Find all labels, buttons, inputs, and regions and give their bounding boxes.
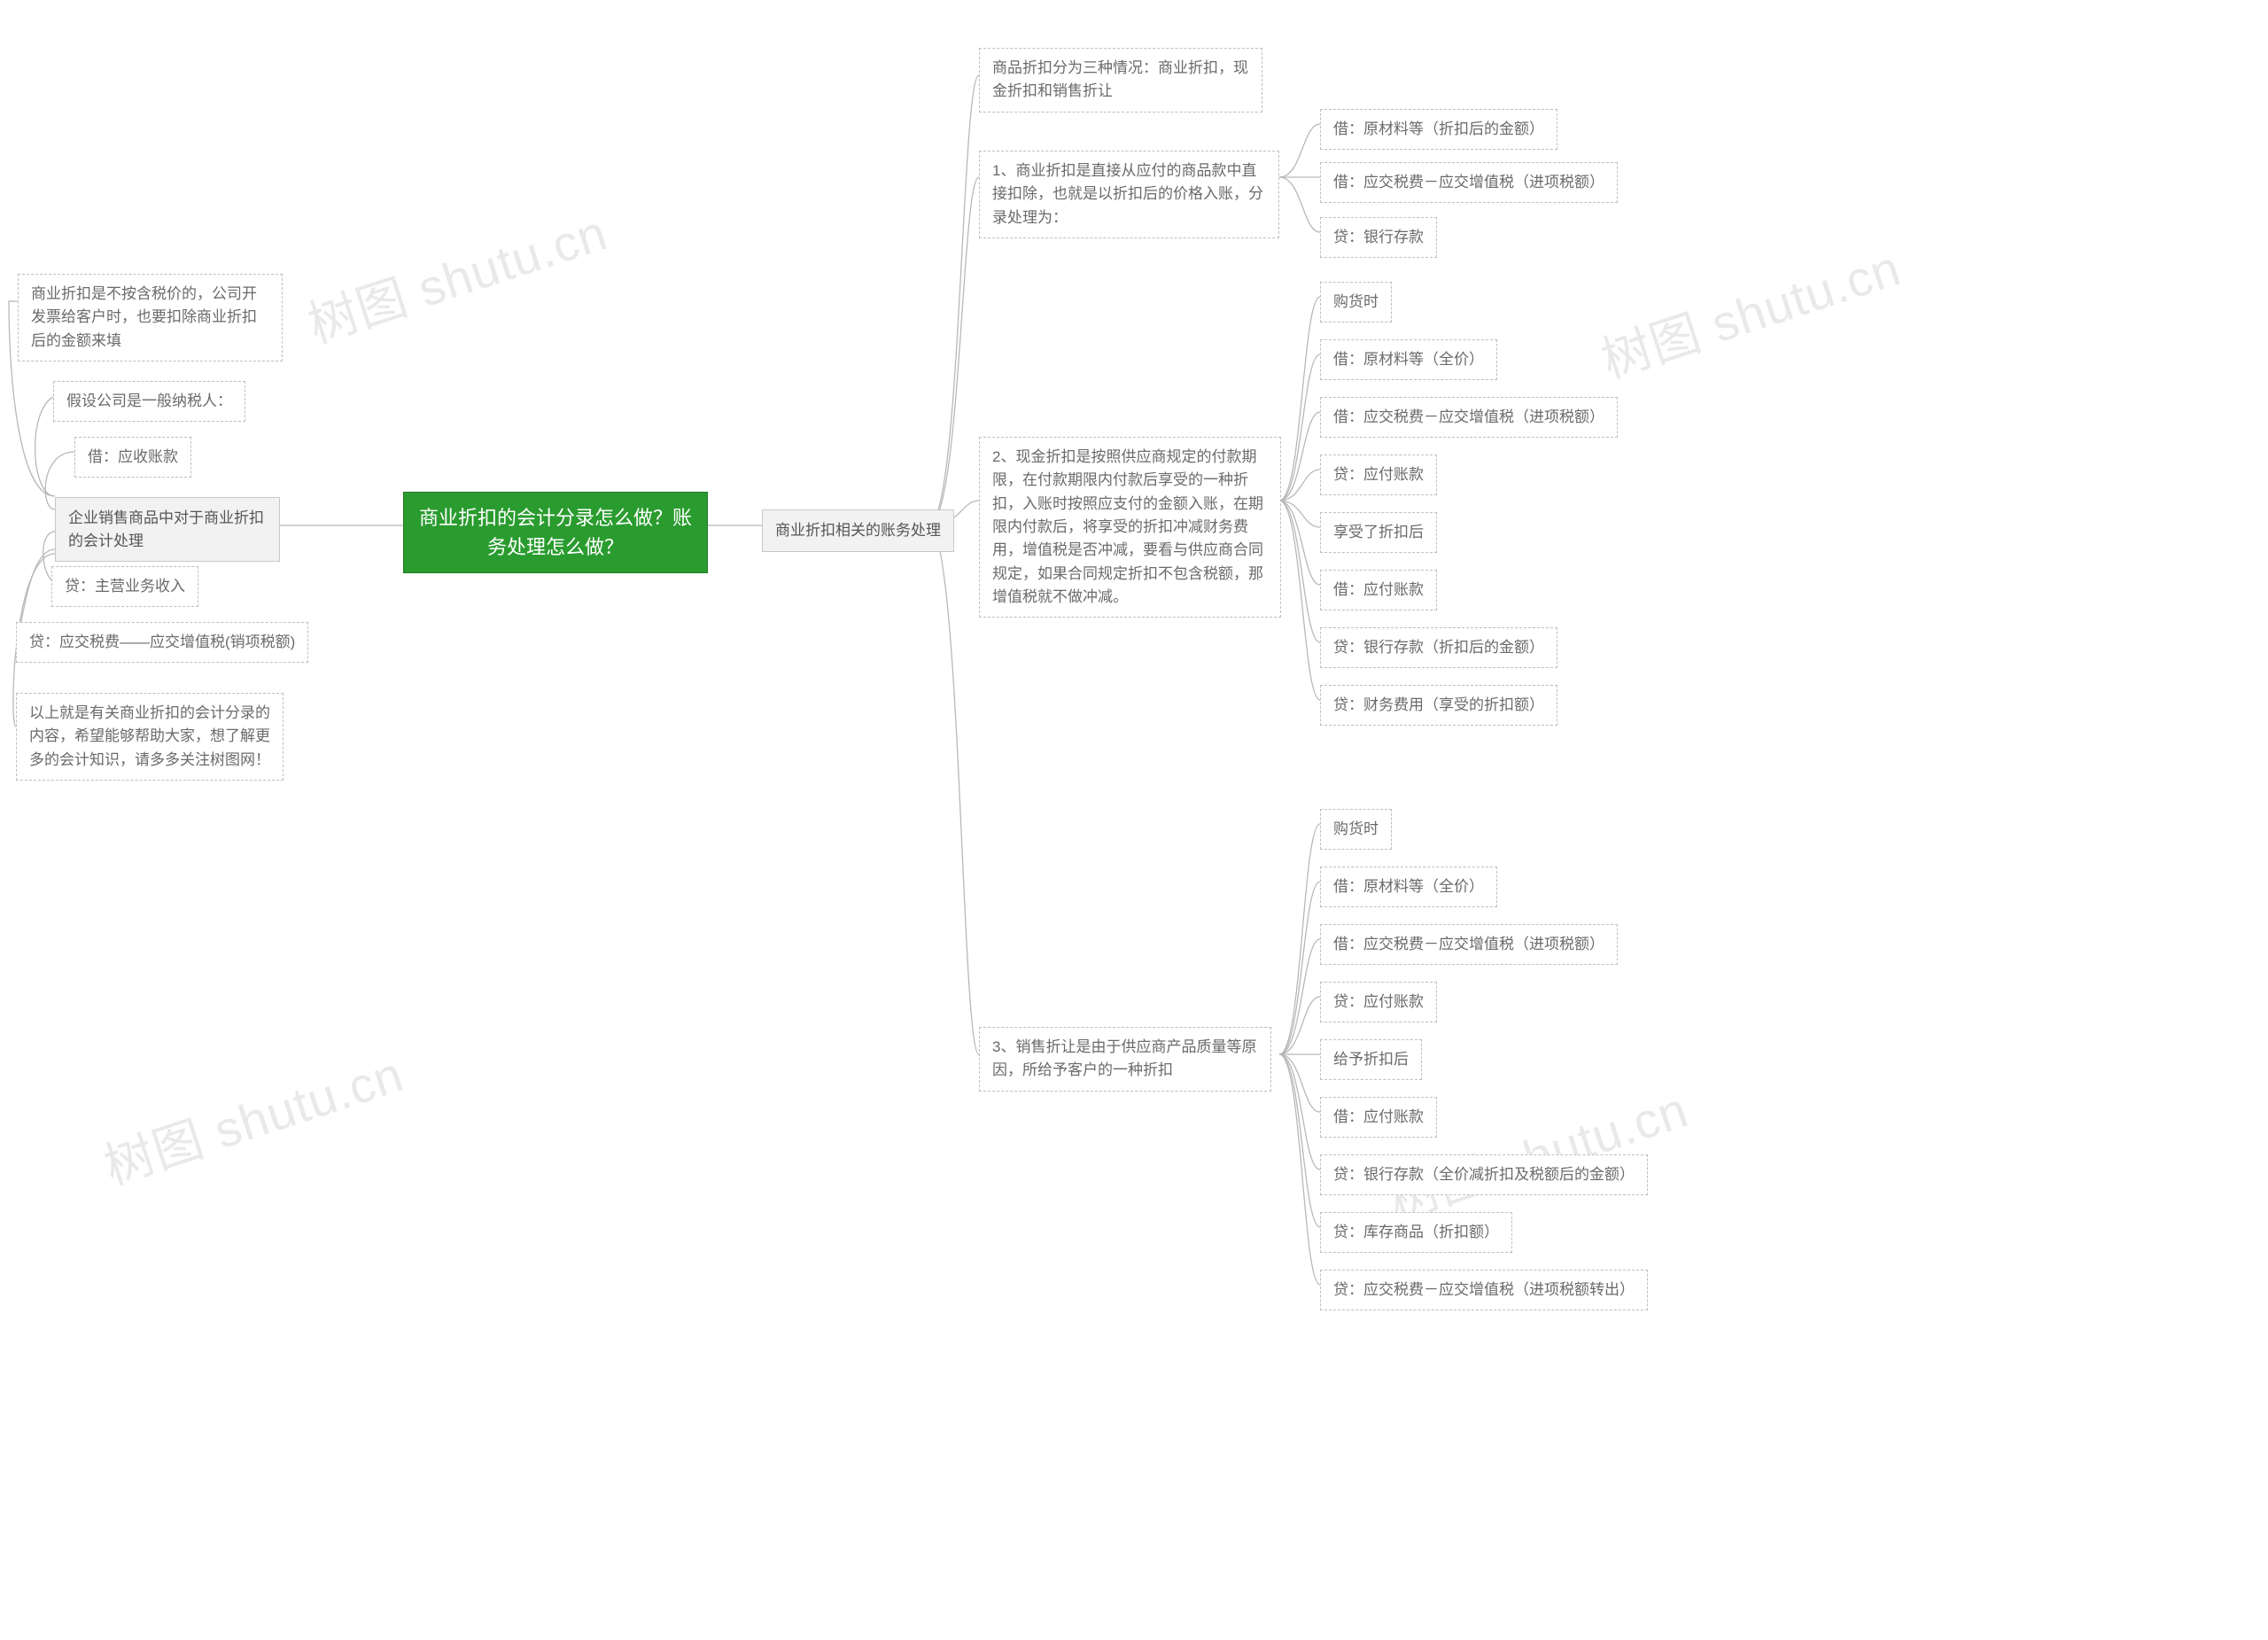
leaf-sub2-0[interactable]: 购货时 [1320,282,1392,323]
leaf-right-sub3[interactable]: 3、销售折让是由于供应商产品质量等原因，所给予客户的一种折扣 [979,1027,1271,1092]
leaf-sub2-1[interactable]: 借：原材料等（全价） [1320,339,1497,380]
leaf-left-0[interactable]: 商业折扣是不按含税价的，公司开发票给客户时，也要扣除商业折扣后的金额来填 [18,274,283,361]
leaf-sub3-1[interactable]: 借：原材料等（全价） [1320,867,1497,907]
leaf-sub3-6[interactable]: 贷：银行存款（全价减折扣及税额后的金额） [1320,1154,1648,1195]
leaf-sub3-0[interactable]: 购货时 [1320,809,1392,850]
branch-left[interactable]: 企业销售商品中对于商业折扣的会计处理 [55,497,280,562]
leaf-sub3-7[interactable]: 贷：库存商品（折扣额） [1320,1212,1512,1253]
branch-right[interactable]: 商业折扣相关的账务处理 [762,509,954,552]
leaf-sub2-7[interactable]: 贷：财务费用（享受的折扣额） [1320,685,1557,726]
watermark: 树图 shutu.cn [298,193,615,357]
leaf-sub1-0[interactable]: 借：原材料等（折扣后的金额） [1320,109,1557,150]
leaf-left-1[interactable]: 假设公司是一般纳税人： [53,381,245,422]
leaf-sub2-4[interactable]: 享受了折扣后 [1320,512,1437,553]
leaf-sub3-4[interactable]: 给予折扣后 [1320,1039,1422,1080]
leaf-sub1-2[interactable]: 贷：银行存款 [1320,217,1437,258]
leaf-left-5[interactable]: 以上就是有关商业折扣的会计分录的内容，希望能够帮助大家，想了解更多的会计知识，请… [16,693,284,781]
leaf-sub3-3[interactable]: 贷：应付账款 [1320,982,1437,1022]
leaf-right-sub1[interactable]: 1、商业折扣是直接从应付的商品款中直接扣除，也就是以折扣后的价格入账，分录处理为… [979,151,1279,238]
leaf-sub2-3[interactable]: 贷：应付账款 [1320,455,1437,495]
leaf-left-2[interactable]: 借：应收账款 [74,437,191,478]
mindmap-root[interactable]: 商业折扣的会计分录怎么做？账务处理怎么做？ [403,492,708,573]
watermark: 树图 shutu.cn [1379,1070,1696,1234]
leaf-sub2-6[interactable]: 贷：银行存款（折扣后的金额） [1320,627,1557,668]
connector-lines [0,0,2268,1640]
leaf-right-sub2[interactable]: 2、现金折扣是按照供应商规定的付款期限，在付款期限内付款后享受的一种折扣，入账时… [979,437,1281,618]
leaf-sub3-2[interactable]: 借：应交税费－应交增值税（进项税额） [1320,924,1618,965]
leaf-sub2-2[interactable]: 借：应交税费－应交增值税（进项税额） [1320,397,1618,438]
leaf-left-4[interactable]: 贷：应交税费——应交增值税(销项税额) [16,622,308,663]
leaf-sub1-1[interactable]: 借：应交税费－应交增值税（进项税额） [1320,162,1618,203]
leaf-left-3[interactable]: 贷：主营业务收入 [51,566,198,607]
watermark: 树图 shutu.cn [94,1035,411,1199]
watermark: 树图 shutu.cn [1591,229,1908,393]
leaf-sub2-5[interactable]: 借：应付账款 [1320,570,1437,610]
leaf-sub3-8[interactable]: 贷：应交税费－应交增值税（进项税额转出） [1320,1270,1648,1310]
leaf-sub3-5[interactable]: 借：应付账款 [1320,1097,1437,1138]
leaf-right-sub0[interactable]: 商品折扣分为三种情况：商业折扣，现金折扣和销售折让 [979,48,1262,113]
